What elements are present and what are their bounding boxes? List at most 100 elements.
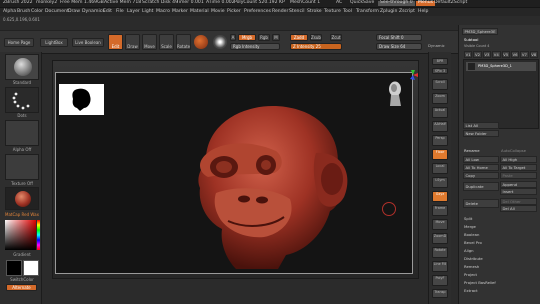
v3-button[interactable]: V3 <box>482 51 492 58</box>
rename-button[interactable]: Rename <box>464 149 480 153</box>
a-toggle[interactable]: A <box>230 34 236 41</box>
dynamic-toggle[interactable]: Dynamic <box>428 44 445 48</box>
material-sphere-icon[interactable] <box>194 35 208 49</box>
split-section[interactable]: Split <box>464 217 472 221</box>
copy-button[interactable]: Copy <box>463 172 499 179</box>
menu-render[interactable]: Render <box>272 9 288 15</box>
menu-alpha[interactable]: Alpha <box>3 9 16 15</box>
menu-brush[interactable]: Brush <box>17 9 30 15</box>
menu-zplugin[interactable]: Zplugin <box>380 9 397 15</box>
secondary-color-swatch[interactable] <box>23 260 39 276</box>
zadd-button[interactable]: Zadd <box>290 34 308 41</box>
switchcolor-button[interactable]: SwitchColor <box>5 278 39 282</box>
zcut-button[interactable]: Zcut <box>330 34 342 41</box>
boolean-section[interactable]: Boolean <box>464 233 479 237</box>
gxyz-button[interactable]: Gxyz <box>432 191 448 202</box>
z-intensity-slider[interactable]: Z Intensity 25 <box>290 43 342 50</box>
zoom-button[interactable]: Zoom <box>432 93 448 104</box>
draw-size-slider[interactable]: Draw Size 64 <box>376 43 422 50</box>
rgb-intensity-slider[interactable]: Rgb Intensity <box>230 43 280 50</box>
lightbox-button[interactable]: LightBox <box>40 38 68 47</box>
all-low-button[interactable]: All Low <box>463 156 499 163</box>
home-page-button[interactable]: Home Page <box>4 38 34 47</box>
menu-draw[interactable]: Draw <box>68 9 80 15</box>
append-button[interactable]: Append <box>500 181 537 188</box>
menu-transform[interactable]: Transform <box>356 9 379 15</box>
rotate-button[interactable]: Rotate <box>176 34 191 50</box>
menu-tool[interactable]: Tool <box>343 9 352 15</box>
v4-button[interactable]: V4 <box>492 51 501 58</box>
menu-edit[interactable]: Edit <box>103 9 112 15</box>
menu-texture[interactable]: Texture <box>324 9 341 15</box>
floor-button[interactable]: Floor <box>432 149 448 160</box>
stroke-dots-tile[interactable] <box>5 87 39 113</box>
lsym-button[interactable]: LSym <box>432 177 448 188</box>
ac-button[interactable]: AC <box>336 1 342 6</box>
duplicate-button[interactable]: Duplicate <box>463 182 499 191</box>
extract-section[interactable]: Extract <box>464 289 478 293</box>
texture-tile[interactable] <box>5 154 39 180</box>
paste-button[interactable]: Paste <box>500 172 537 179</box>
move-button[interactable]: Move <box>142 34 157 50</box>
bpr-button[interactable]: BPR <box>432 58 448 65</box>
edit-button[interactable]: Edit <box>108 34 123 50</box>
insert-button[interactable]: Insert <box>500 188 537 195</box>
move-view-button[interactable]: Move <box>432 219 448 230</box>
project-section[interactable]: Project <box>464 273 477 277</box>
v1-button[interactable]: V1 <box>464 51 473 58</box>
menu-color[interactable]: Color <box>31 9 43 15</box>
viewport[interactable] <box>55 72 413 274</box>
distribute-section[interactable]: Distribute <box>464 257 483 261</box>
spix-slider[interactable]: SPix 3 <box>432 68 448 74</box>
subtool-list[interactable]: PM3D_Sphere3D_1 <box>463 59 539 129</box>
rotate-view-button[interactable]: Rotate <box>432 247 448 258</box>
aahalf-button[interactable]: AAHalf <box>432 121 448 132</box>
menu-stroke[interactable]: Stroke <box>307 9 322 15</box>
v5-button[interactable]: V5 <box>501 51 510 58</box>
v6-button[interactable]: V6 <box>510 51 520 58</box>
tool-name-button[interactable]: PM3D_Sphere3E <box>462 28 498 35</box>
scroll-button[interactable]: Scroll <box>432 79 448 90</box>
orientation-head-gizmo[interactable] <box>381 78 411 108</box>
live-boolean-button[interactable]: Live Boolean <box>72 38 104 47</box>
brush-texture-icon[interactable] <box>213 35 227 49</box>
quicksave-button[interactable]: QuickSave <box>350 1 374 6</box>
menu-file[interactable]: File <box>116 9 124 15</box>
standard-brush-tile[interactable] <box>5 54 39 80</box>
menu-stencil[interactable]: Stencil <box>289 9 305 15</box>
line-fill-button[interactable]: Line Fill <box>432 261 448 272</box>
mrgb-button[interactable]: Mrgb <box>238 34 256 41</box>
persp-button[interactable]: Persp <box>432 135 448 146</box>
navigation-thumbnail[interactable] <box>59 84 104 115</box>
menu-macro[interactable]: Macro <box>156 9 170 15</box>
align-section[interactable]: Align <box>464 249 474 253</box>
zsub-button[interactable]: Zsub <box>310 34 322 41</box>
transp-button[interactable]: Transp <box>432 289 448 298</box>
menus-button[interactable]: Menus <box>416 1 436 6</box>
local-button[interactable]: Local <box>432 163 448 174</box>
alpha-tile[interactable] <box>5 120 39 146</box>
scale-button[interactable]: Scale <box>159 34 174 50</box>
menu-help[interactable]: Help <box>418 9 428 15</box>
merge-section[interactable]: Merge <box>464 225 476 229</box>
menu-material[interactable]: Material <box>190 9 209 15</box>
focal-shift-slider[interactable]: Focal Shift 0 <box>376 34 422 41</box>
color-picker-square[interactable] <box>5 220 36 250</box>
menu-light[interactable]: Light <box>142 9 153 15</box>
menu-marker[interactable]: Marker <box>172 9 188 15</box>
actual-button[interactable]: Actual <box>432 107 448 118</box>
menu-dynamics[interactable]: Dynamics <box>82 9 105 15</box>
alternate-button[interactable]: Alternate <box>6 284 37 291</box>
menu-document[interactable]: Document <box>45 9 69 15</box>
all-to-target-button[interactable]: All To Target <box>500 164 537 171</box>
menu-picker[interactable]: Picker <box>227 9 241 15</box>
v2-button[interactable]: V2 <box>473 51 482 58</box>
draw-button[interactable]: Draw <box>125 34 140 50</box>
remesh-section[interactable]: Remesh <box>464 265 479 269</box>
menu-movie[interactable]: Movie <box>211 9 225 15</box>
monkey-head-model[interactable] <box>166 93 366 273</box>
see-through-slider[interactable]: See-through 0 <box>378 1 415 6</box>
polyf-button[interactable]: PolyF <box>432 275 448 286</box>
del-other-button[interactable]: Del Other <box>500 198 537 205</box>
menu-layer[interactable]: Layer <box>127 9 140 15</box>
